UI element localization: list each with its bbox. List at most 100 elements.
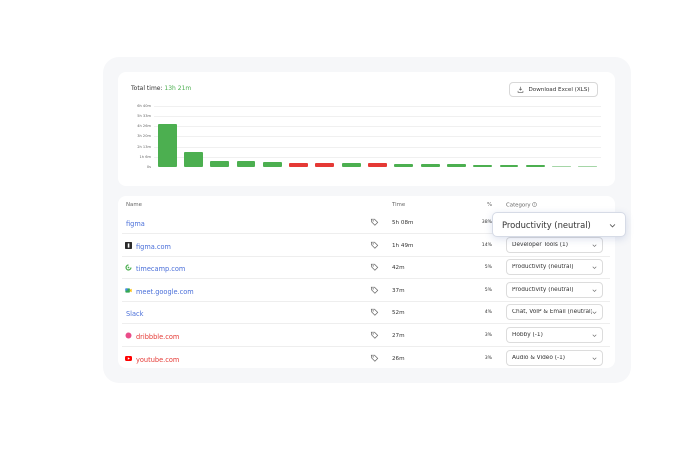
column-header-name: Name [126, 202, 142, 208]
dribbble-favicon-icon [125, 332, 132, 339]
row-category-select[interactable]: Productivity (neutral) [506, 281, 603, 298]
chart-bar[interactable] [420, 164, 440, 167]
gridline [154, 115, 601, 117]
row-category-value: Hobby (-1) [512, 332, 543, 338]
tag-icon[interactable] [370, 263, 379, 271]
chevron-down-icon [592, 244, 597, 247]
chart-bar[interactable] [499, 165, 519, 167]
column-header-category: Category ? [506, 202, 538, 209]
chart-bar[interactable] [210, 160, 230, 167]
row-app-name[interactable]: timecamp.com [136, 265, 185, 273]
row-time: 1h 49m [392, 242, 414, 249]
download-excel-label: Download Excel (XLS) [528, 86, 590, 93]
tag-icon[interactable] [370, 308, 379, 317]
timecamp-favicon-icon [125, 264, 132, 271]
tag-icon[interactable] [370, 218, 379, 226]
chevron-down-icon [609, 224, 616, 228]
table-row[interactable]: meet.google.com 37m 5% Productivity (neutra… [122, 279, 610, 302]
row-time: 26m [392, 355, 405, 362]
table-row[interactable]: Slack 52m 4% Chat, VoIP & Email (neutral) [122, 301, 610, 325]
row-category-value: Audio & Video (-1) [512, 354, 566, 361]
figma-favicon-icon [125, 241, 132, 249]
row-category-value: Productivity (neutral) [512, 286, 574, 293]
download-excel-button[interactable]: Download Excel (XLS) [509, 82, 598, 97]
chevron-down-icon [592, 311, 597, 315]
row-app-name[interactable]: figma [126, 220, 145, 228]
tag-icon[interactable] [370, 286, 379, 294]
gridline [154, 146, 601, 148]
row-app-name[interactable]: dribbble.com [136, 333, 179, 341]
chart-bar[interactable] [315, 163, 335, 167]
row-category-value: Chat, VoIP & Email (neutral) [512, 309, 592, 316]
row-category-select[interactable]: Productivity (neutral) [506, 259, 603, 276]
tag-icon[interactable] [370, 331, 379, 339]
chart-bar[interactable] [552, 166, 571, 167]
column-header-time: Time [392, 202, 406, 208]
y-tick-label: 2h 13m [137, 144, 151, 149]
row-app-name[interactable]: figma.com [136, 243, 171, 251]
y-tick-label: 0s [146, 165, 151, 169]
row-time: 52m [392, 310, 405, 317]
row-time: 27m [392, 333, 405, 339]
chart-bar[interactable] [262, 162, 282, 167]
column-header-percent: % [487, 202, 493, 208]
info-icon[interactable]: ? [532, 202, 538, 207]
row-percent: 3% [484, 333, 492, 338]
row-category-select[interactable]: Audio & Video (-1) [506, 349, 603, 366]
chart-bar[interactable] [289, 162, 309, 167]
chevron-down-icon [592, 334, 597, 337]
gridline [154, 126, 601, 127]
y-tick-label: 5h 33m [137, 113, 151, 118]
total-time: Total time: 13h 21m [131, 85, 191, 92]
youtube-favicon-icon [125, 355, 132, 361]
chart-bar[interactable] [183, 151, 203, 167]
row-time: 42m [392, 265, 405, 272]
row-category-select[interactable]: Hobby (-1) [506, 327, 603, 343]
y-tick-label: 1h 6m [139, 154, 152, 159]
row-time: 37m [392, 287, 405, 294]
chart-bar[interactable] [236, 161, 256, 167]
chart-bar[interactable] [473, 164, 493, 167]
row-percent: 3% [484, 355, 492, 361]
chart-bar[interactable] [394, 163, 414, 167]
download-icon [518, 86, 524, 93]
chevron-down-icon [592, 357, 597, 360]
table-row[interactable]: youtube.com 26m 3% Audio & Video (-1) [122, 347, 610, 369]
column-header-category-label: Category [506, 202, 531, 209]
row-app-name[interactable]: youtube.com [136, 356, 179, 364]
table-row[interactable]: figma.com 1h 49m 14% Developer Tools (1) [122, 234, 610, 257]
chart-bar[interactable] [525, 165, 545, 167]
chart-bar[interactable] [368, 163, 387, 167]
row-category-value: Developer Tools (1) [512, 241, 568, 248]
y-tick-label: 4h 26m [137, 124, 151, 128]
total-time-value: 13h 21m [164, 85, 192, 92]
table-row[interactable]: timecamp.com 42m 5% Productivity (neutral) [122, 256, 610, 280]
row-percent: 4% [484, 310, 492, 316]
row-app-name[interactable]: Slack [126, 310, 144, 318]
row-category-select[interactable]: Developer Tools (1) [506, 236, 603, 253]
row-percent: 38% [481, 220, 492, 225]
table-row[interactable]: dribbble.com 27m 3% Hobby (-1) [122, 324, 610, 347]
row-category-select[interactable]: Chat, VoIP & Email (neutral) [506, 304, 603, 321]
category-select-open[interactable]: Productivity (neutral) [492, 212, 626, 237]
google-meet-favicon-icon [125, 288, 132, 293]
row-category-value: Productivity (neutral) [512, 264, 574, 271]
y-tick-label: 3h 20m [137, 134, 151, 139]
chevron-down-icon [592, 266, 597, 270]
row-app-name[interactable]: meet.google.com [136, 288, 194, 296]
chart-bar[interactable] [157, 124, 177, 167]
row-time: 5h 08m [392, 220, 414, 226]
tag-icon[interactable] [370, 354, 379, 362]
chart-bar[interactable] [446, 164, 466, 167]
row-percent: 5% [484, 265, 492, 271]
row-percent: 14% [481, 242, 492, 248]
total-time-label: Total time: [131, 85, 163, 92]
chevron-down-icon [592, 289, 597, 292]
chart-bar[interactable] [341, 163, 361, 167]
y-tick-label: 6h 40m [137, 103, 151, 108]
chart-bar[interactable] [578, 166, 598, 167]
gridline [154, 156, 601, 158]
row-percent: 5% [484, 287, 492, 293]
tag-icon[interactable] [370, 241, 379, 249]
gridline [154, 105, 601, 107]
